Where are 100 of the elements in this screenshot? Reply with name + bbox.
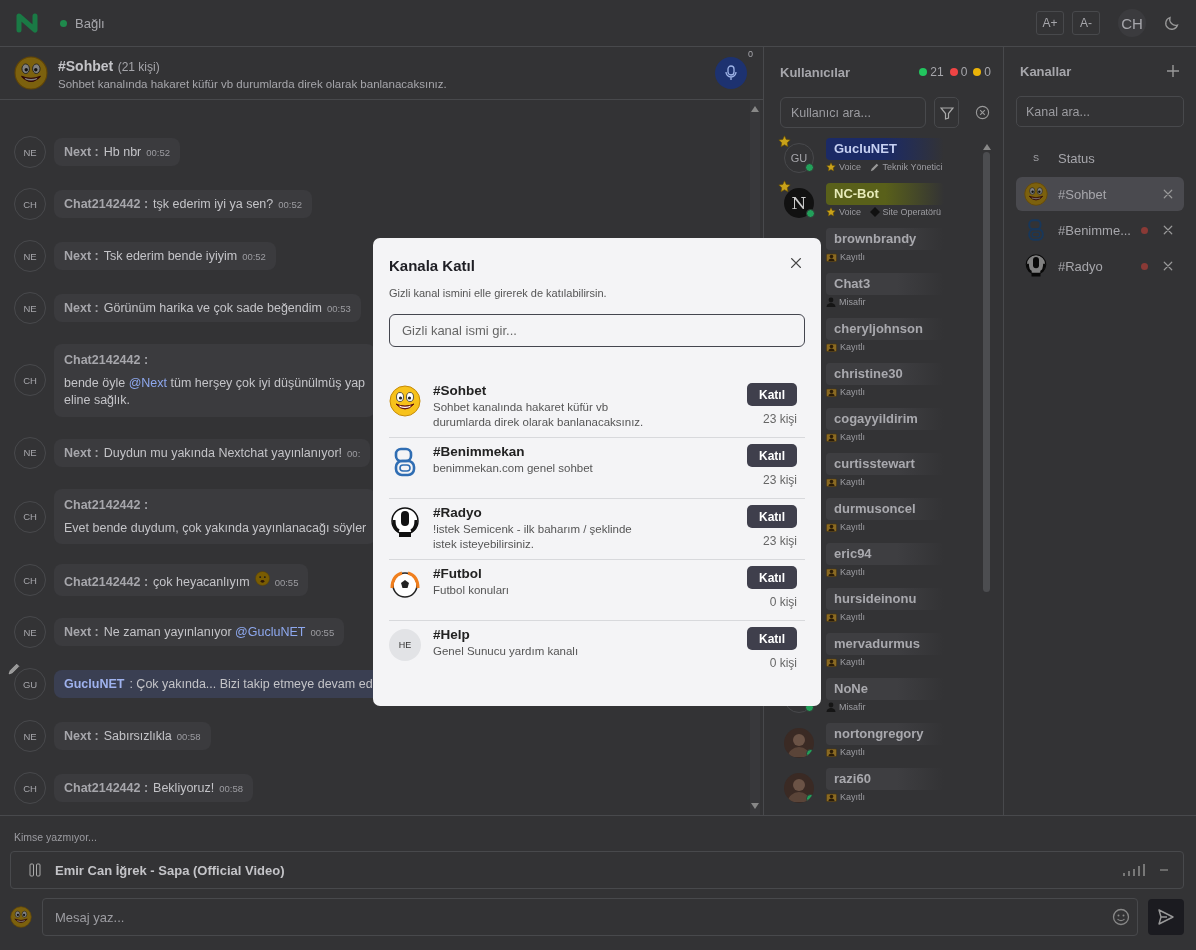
id-card-icon xyxy=(826,387,837,397)
channel-description: Futbol konuları xyxy=(433,583,511,598)
microphone-icon xyxy=(389,507,421,539)
channel-name: #Benimmekan xyxy=(433,444,526,459)
message-time: 00: xyxy=(347,447,361,459)
author-name[interactable]: Next : xyxy=(64,729,99,744)
user-role: Misafir xyxy=(839,297,866,307)
message-text: Ne zaman yayınlanıyor @GucluNET xyxy=(103,625,306,640)
channel-description: benimmekan.com genel sohbet xyxy=(433,461,594,476)
channel-name-field[interactable]: Gizli kanal ismi gir... xyxy=(389,314,805,347)
message-text: Evet bende duydum, çok yakında yayınlanacağı söyler xyxy=(64,520,367,535)
join-button[interactable]: Katıl xyxy=(747,505,797,528)
author-name[interactable]: Next : xyxy=(64,625,99,640)
dialog-subtitle: Gizli kanal ismini elle girerek de katılabilirsin. xyxy=(389,287,608,299)
message-time: 00:58 xyxy=(176,731,201,743)
id-card-icon xyxy=(826,522,837,532)
author-name[interactable]: GucluNET xyxy=(64,677,125,692)
user-role: Teknik Yönetici xyxy=(882,162,943,172)
user-avatar[interactable] xyxy=(784,773,814,803)
close-icon[interactable] xyxy=(1162,260,1174,272)
author-name[interactable]: Chat2142442 : xyxy=(64,197,149,211)
mention-link[interactable]: @GucluNET xyxy=(235,625,306,640)
author-name[interactable]: Next : xyxy=(64,145,99,159)
typing-status: Kimse yazmıyor... xyxy=(13,830,98,845)
channel-item[interactable]: #Radyo xyxy=(1016,249,1184,283)
send-button[interactable] xyxy=(1148,899,1184,935)
member-count: (21 kişi) xyxy=(117,59,160,74)
author-name[interactable]: Chat2142442 : xyxy=(64,575,149,590)
user-count: 0 xyxy=(984,65,991,79)
channel-item[interactable]: S Status xyxy=(1016,141,1184,175)
author-name[interactable]: Chat2142442 : xyxy=(64,496,149,514)
channel-name: #Help xyxy=(433,627,471,642)
author-name[interactable]: Next : xyxy=(64,249,99,263)
volume-bars-icon xyxy=(1123,864,1145,876)
arrow-up-icon[interactable] xyxy=(751,106,759,112)
user-role: Kayıtlı xyxy=(840,567,865,577)
star-icon xyxy=(826,207,836,217)
user-count: 21 xyxy=(930,65,944,79)
user-role: Voice xyxy=(839,207,862,217)
member-count: 0 kişi xyxy=(769,595,797,609)
user-role: Kayıtlı xyxy=(840,522,865,532)
channel-avatar xyxy=(14,56,48,90)
join-button[interactable]: Katıl xyxy=(747,383,797,406)
user-avatar[interactable]: N xyxy=(784,188,814,218)
channel-name: #Radyo xyxy=(433,505,483,520)
author-name[interactable]: Next : xyxy=(64,445,99,460)
send-icon xyxy=(1157,908,1175,926)
user-role: Kayıtlı xyxy=(840,387,865,397)
close-icon[interactable] xyxy=(789,256,803,270)
search-field[interactable]: Kanal ara... xyxy=(1016,96,1184,127)
clear-icon[interactable] xyxy=(975,105,990,120)
user-role: Kayıtlı xyxy=(840,432,865,442)
star-icon xyxy=(826,162,836,172)
user-role: Kayıtlı xyxy=(840,612,865,622)
pause-icon[interactable] xyxy=(29,863,41,877)
font-size-button[interactable]: A- xyxy=(1072,11,1100,35)
author-name[interactable]: Next : xyxy=(64,301,99,315)
join-button[interactable]: Katıl xyxy=(747,627,797,650)
user-role: Voice xyxy=(839,162,862,172)
message-text: tşk ederim iyi ya sen? xyxy=(153,197,274,211)
channel-item[interactable]: #Benimme... xyxy=(1016,213,1184,247)
channel-description: !istek Semicenk - ilk baharım / şeklinde istek isteyebilirsiniz. xyxy=(433,522,633,552)
join-button[interactable]: Katıl xyxy=(747,444,797,467)
arrow-up-icon[interactable] xyxy=(982,144,991,150)
author-name[interactable]: Chat2142442 : xyxy=(64,781,149,796)
user-avatar[interactable] xyxy=(784,728,814,758)
user-role: Kayıtlı xyxy=(840,342,865,352)
id-card-icon xyxy=(826,432,837,442)
id-card-icon xyxy=(826,252,837,262)
panel-title: Kullanıcılar xyxy=(780,64,852,80)
emoji-icon[interactable] xyxy=(1112,908,1130,926)
message-time: 00:52 xyxy=(242,251,266,262)
id-card-icon xyxy=(826,657,837,667)
channel-name: #Futbol xyxy=(433,566,483,581)
arrow-down-icon[interactable] xyxy=(751,803,759,809)
user-avatar[interactable]: CH xyxy=(1118,9,1146,37)
smiley-icon xyxy=(1024,182,1048,206)
search-field[interactable]: Kullanıcı ara... xyxy=(780,97,926,128)
channel-avatar: HE xyxy=(389,629,421,661)
close-icon[interactable] xyxy=(1162,224,1174,236)
id-card-icon xyxy=(826,612,837,622)
moon-icon[interactable] xyxy=(1164,15,1180,31)
member-count: 23 kişi xyxy=(763,473,797,487)
message-time: 00:55 xyxy=(274,577,299,589)
message-field[interactable]: Mesaj yaz... xyxy=(42,898,1138,936)
channel-item[interactable]: #Sohbet xyxy=(1016,177,1184,211)
channel-topic: Sohbet kanalında hakaret küfür vb durumlarda direk olarak banlanacaksınız. xyxy=(58,77,448,90)
id-card-icon xyxy=(826,567,837,577)
add-icon[interactable] xyxy=(1166,64,1180,78)
author-name[interactable]: Chat2142442 : xyxy=(64,352,149,369)
diamond-icon xyxy=(869,207,880,217)
message-time: 00:52 xyxy=(278,199,303,210)
font-size-button[interactable]: A+ xyxy=(1036,11,1064,35)
mention-link[interactable]: @Next xyxy=(128,375,168,390)
message-text: bende öyle @Next tüm herşey çok iyi düşünülmüş yap eline sağlık. xyxy=(64,375,366,407)
user-role: Site Operatörü xyxy=(882,207,942,217)
join-button[interactable]: Katıl xyxy=(747,566,797,589)
filter-button[interactable] xyxy=(934,97,959,128)
message-time: 00:53 xyxy=(326,303,351,314)
minimize-icon[interactable] xyxy=(1159,868,1169,872)
